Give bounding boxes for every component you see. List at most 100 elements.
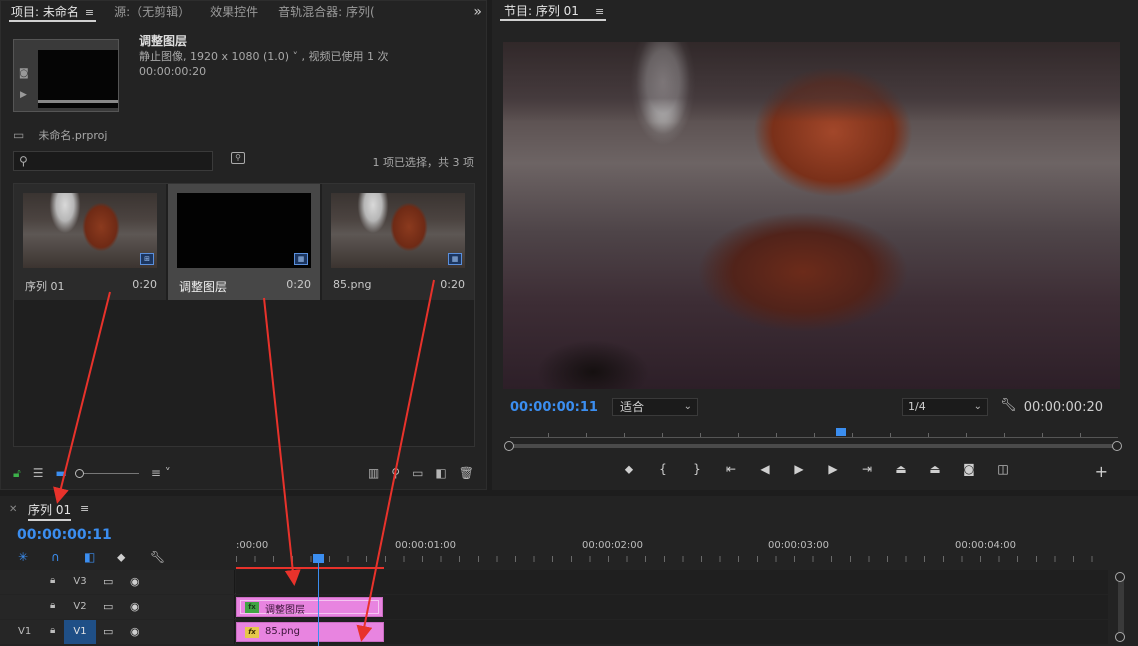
zoom-slider[interactable]: [74, 468, 139, 478]
selection-count: 1 项已选择，共 3 项: [372, 156, 475, 169]
tab-program[interactable]: 节目: 序列 01 ≡: [492, 0, 614, 22]
go-to-out-icon[interactable]: ⇥: [850, 462, 884, 477]
track-target-v1[interactable]: V1: [64, 620, 96, 644]
add-marker-icon[interactable]: ⬥: [612, 462, 646, 477]
source-patch-v1[interactable]: V1: [18, 626, 31, 637]
project-item[interactable]: ⊞ 序列 01 0:20: [14, 184, 166, 300]
compare-view-icon[interactable]: ◫: [986, 462, 1020, 477]
sync-lock-icon[interactable]: ▭: [103, 600, 113, 613]
project-tabbar: 项目: 未命名 ≡ 源:（无剪辑） 效果控件 音轨混合器: 序列( »: [1, 1, 486, 23]
nest-icon[interactable]: ✳: [18, 550, 51, 565]
transport-controls: ⬥ { } ⇤ ◀︎ ▶︎ ▶︎ ⇥ ⏏︎ ⏏︎ ◙ ◫: [612, 462, 1020, 477]
project-file-name: 未命名.prproj: [38, 129, 108, 142]
item-thumbnail: ▦: [177, 193, 311, 268]
track-target-v3[interactable]: V3: [64, 570, 96, 594]
program-current-timecode[interactable]: 00:00:00:11: [510, 400, 598, 415]
sync-lock-icon[interactable]: ▭: [103, 625, 113, 638]
eye-icon[interactable]: ◉: [130, 600, 140, 613]
chevron-down-icon: ⌄: [683, 401, 692, 412]
close-icon[interactable]: ✕: [9, 504, 17, 515]
track-v1: V1 🔒︎ V1 ▭ ◉ fx 85.png: [0, 620, 1108, 644]
sync-lock-icon[interactable]: ▭: [103, 575, 113, 588]
linked-selection-icon[interactable]: ◧: [84, 550, 117, 565]
program-playhead[interactable]: [836, 428, 846, 436]
program-video-frame[interactable]: [503, 42, 1120, 389]
go-to-in-icon[interactable]: ⇤: [714, 462, 748, 477]
track-target-v2[interactable]: V2: [64, 595, 96, 619]
fx-badge: fx: [245, 602, 259, 613]
timeline-playhead[interactable]: [318, 554, 319, 646]
export-frame-icon[interactable]: ◙: [952, 462, 986, 477]
work-area-bar[interactable]: [236, 567, 384, 569]
list-view-icon[interactable]: ☰: [33, 466, 44, 480]
new-item-icon[interactable]: ◧: [435, 466, 446, 480]
timeline-vertical-scrollbar[interactable]: [1115, 572, 1125, 642]
chevron-down-icon: ⌄: [973, 401, 982, 412]
wrench-icon[interactable]: 🔧︎: [1000, 398, 1017, 413]
project-panel: 项目: 未命名 ≡ 源:（无剪辑） 效果控件 音轨混合器: 序列( » ◙ ▶ 调…: [0, 0, 487, 490]
new-bin-icon[interactable]: ▭: [412, 466, 423, 480]
lock-icon[interactable]: 🔒︎: [50, 575, 55, 586]
asset-name: 调整图层: [139, 34, 188, 48]
search-icon: ⚲: [19, 154, 28, 168]
step-back-icon[interactable]: ◀︎: [748, 462, 782, 477]
zoom-slider-handle[interactable]: [74, 468, 84, 478]
icon-view-icon[interactable]: ▬: [56, 466, 67, 480]
new-search-bin-icon[interactable]: ⚲: [231, 152, 245, 164]
panel-menu-icon[interactable]: ≡: [85, 6, 94, 19]
clip-85-png[interactable]: fx 85.png: [236, 622, 384, 642]
eye-icon[interactable]: ◉: [130, 625, 140, 638]
wrench-icon[interactable]: 🔧︎: [150, 550, 183, 565]
tab-project[interactable]: 项目: 未命名 ≡: [1, 1, 104, 23]
asset-info: 调整图层 静止图像, 1920 x 1080 (1.0) ˅ , 视频已使用 1…: [139, 34, 389, 79]
snap-icon[interactable]: ∩: [51, 550, 84, 565]
eye-icon[interactable]: ◉: [130, 575, 140, 588]
timeline-current-timecode[interactable]: 00:00:00:11: [17, 527, 112, 543]
tab-audio-mixer[interactable]: 音轨混合器: 序列(: [268, 1, 385, 23]
program-monitor-panel: 节目: 序列 01 ≡ 00:00:00:11 适合 ⌄ 1/4 ⌄ 🔧︎ 00:00…: [492, 0, 1138, 490]
mark-out-icon[interactable]: }: [680, 462, 714, 477]
mark-in-icon[interactable]: {: [646, 462, 680, 477]
timeline-time-ruler[interactable]: :00:00 00:00:01:00 00:00:02:00 00:00:03:…: [236, 540, 1110, 566]
find-icon[interactable]: ⚲: [391, 466, 400, 480]
asset-duration: 00:00:00:20: [139, 65, 207, 78]
resolution-select[interactable]: 1/4 ⌄: [902, 398, 988, 416]
track-v2: 🔒︎ V2 ▭ ◉ fx 调整图层: [0, 595, 1108, 619]
program-zoom-scrollbar[interactable]: [504, 441, 1122, 451]
lift-icon[interactable]: ⏏︎: [884, 462, 918, 477]
panel-menu-icon[interactable]: ≡: [80, 502, 89, 515]
more-tabs-icon[interactable]: »: [463, 1, 486, 23]
program-time-ruler[interactable]: [510, 428, 1118, 438]
tab-sequence[interactable]: 序列 01: [28, 501, 72, 521]
project-footer-toolbar: 🔓︎ ☰ ▬ ≡ ˅ ▥ ⚲ ▭ ◧ 🗑︎: [13, 463, 474, 483]
fit-select[interactable]: 适合 ⌄: [612, 398, 698, 416]
lock-icon[interactable]: 🔒︎: [50, 625, 55, 636]
folder-icon: ▭: [13, 128, 25, 142]
lock-icon[interactable]: 🔓︎: [13, 466, 21, 481]
project-items-grid: ⊞ 序列 01 0:20 ▦ 调整图层 0:20 ▦ 85.png 0:20: [13, 183, 475, 447]
add-marker-icon[interactable]: ⬥: [117, 550, 150, 565]
project-item[interactable]: ▦ 85.png 0:20: [322, 184, 474, 300]
tab-effect-controls[interactable]: 效果控件: [200, 1, 268, 23]
project-item-selected[interactable]: ▦ 调整图层 0:20: [168, 184, 320, 300]
lock-icon[interactable]: 🔒︎: [50, 600, 55, 611]
item-thumbnail: ▦: [331, 193, 465, 268]
panel-menu-icon[interactable]: ≡: [595, 5, 604, 18]
project-file-row: ▭ 未命名.prproj: [13, 127, 107, 143]
button-editor-icon[interactable]: +: [1095, 462, 1108, 481]
sort-icon[interactable]: ≡ ˅: [151, 466, 171, 480]
clip-adjustment-layer[interactable]: fx 调整图层: [236, 597, 383, 617]
extract-icon[interactable]: ⏏︎: [918, 462, 952, 477]
track-v3: 🔒︎ V3 ▭ ◉: [0, 570, 1108, 594]
automate-to-sequence-icon[interactable]: ▥: [368, 466, 379, 480]
sequence-icon: ⊞: [140, 253, 154, 265]
search-input[interactable]: ⚲: [13, 151, 213, 171]
program-tabbar: 节目: 序列 01 ≡: [492, 0, 1138, 22]
play-icon[interactable]: ▶: [20, 90, 27, 100]
preview-scrubber[interactable]: [38, 100, 118, 103]
tab-source[interactable]: 源:（无剪辑）: [104, 1, 200, 23]
camera-icon[interactable]: ◙: [19, 68, 29, 79]
trash-icon[interactable]: 🗑︎: [459, 466, 474, 480]
play-icon[interactable]: ▶︎: [782, 462, 816, 477]
step-forward-icon[interactable]: ▶︎: [816, 462, 850, 477]
